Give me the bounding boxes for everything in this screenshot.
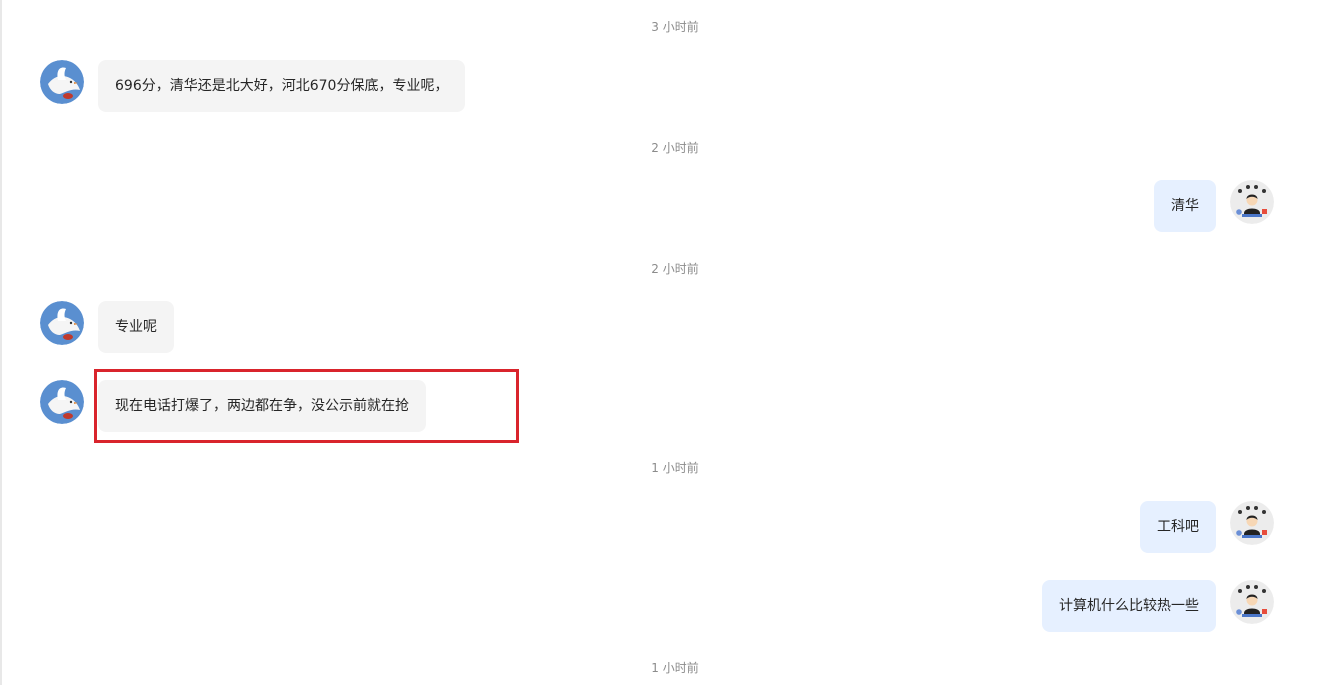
timestamp: 1 小时前: [651, 461, 699, 475]
timestamp: 3 小时前: [651, 20, 699, 34]
message-bubble[interactable]: 696分，清华还是北大好，河北670分保底，专业呢，: [98, 60, 466, 112]
message-bubble[interactable]: 专业呢: [98, 301, 174, 353]
dove-icon[interactable]: [40, 60, 84, 104]
advisor-cartoon-icon[interactable]: [1230, 180, 1274, 224]
dove-icon[interactable]: [40, 380, 84, 424]
highlight-annotation-box: [94, 369, 519, 443]
advisor-cartoon-icon[interactable]: [1230, 501, 1274, 545]
message-bubble[interactable]: 计算机什么比较热一些: [1042, 580, 1216, 632]
timestamp: 2 小时前: [651, 262, 699, 276]
panel-left-border: [0, 0, 2, 685]
dove-icon[interactable]: [40, 301, 84, 345]
message-bubble[interactable]: 工科吧: [1140, 501, 1216, 553]
timestamp: 2 小时前: [651, 141, 699, 155]
message-bubble[interactable]: 清华: [1154, 180, 1216, 232]
advisor-cartoon-icon[interactable]: [1230, 580, 1274, 624]
timestamp: 1 小时前: [651, 661, 699, 675]
